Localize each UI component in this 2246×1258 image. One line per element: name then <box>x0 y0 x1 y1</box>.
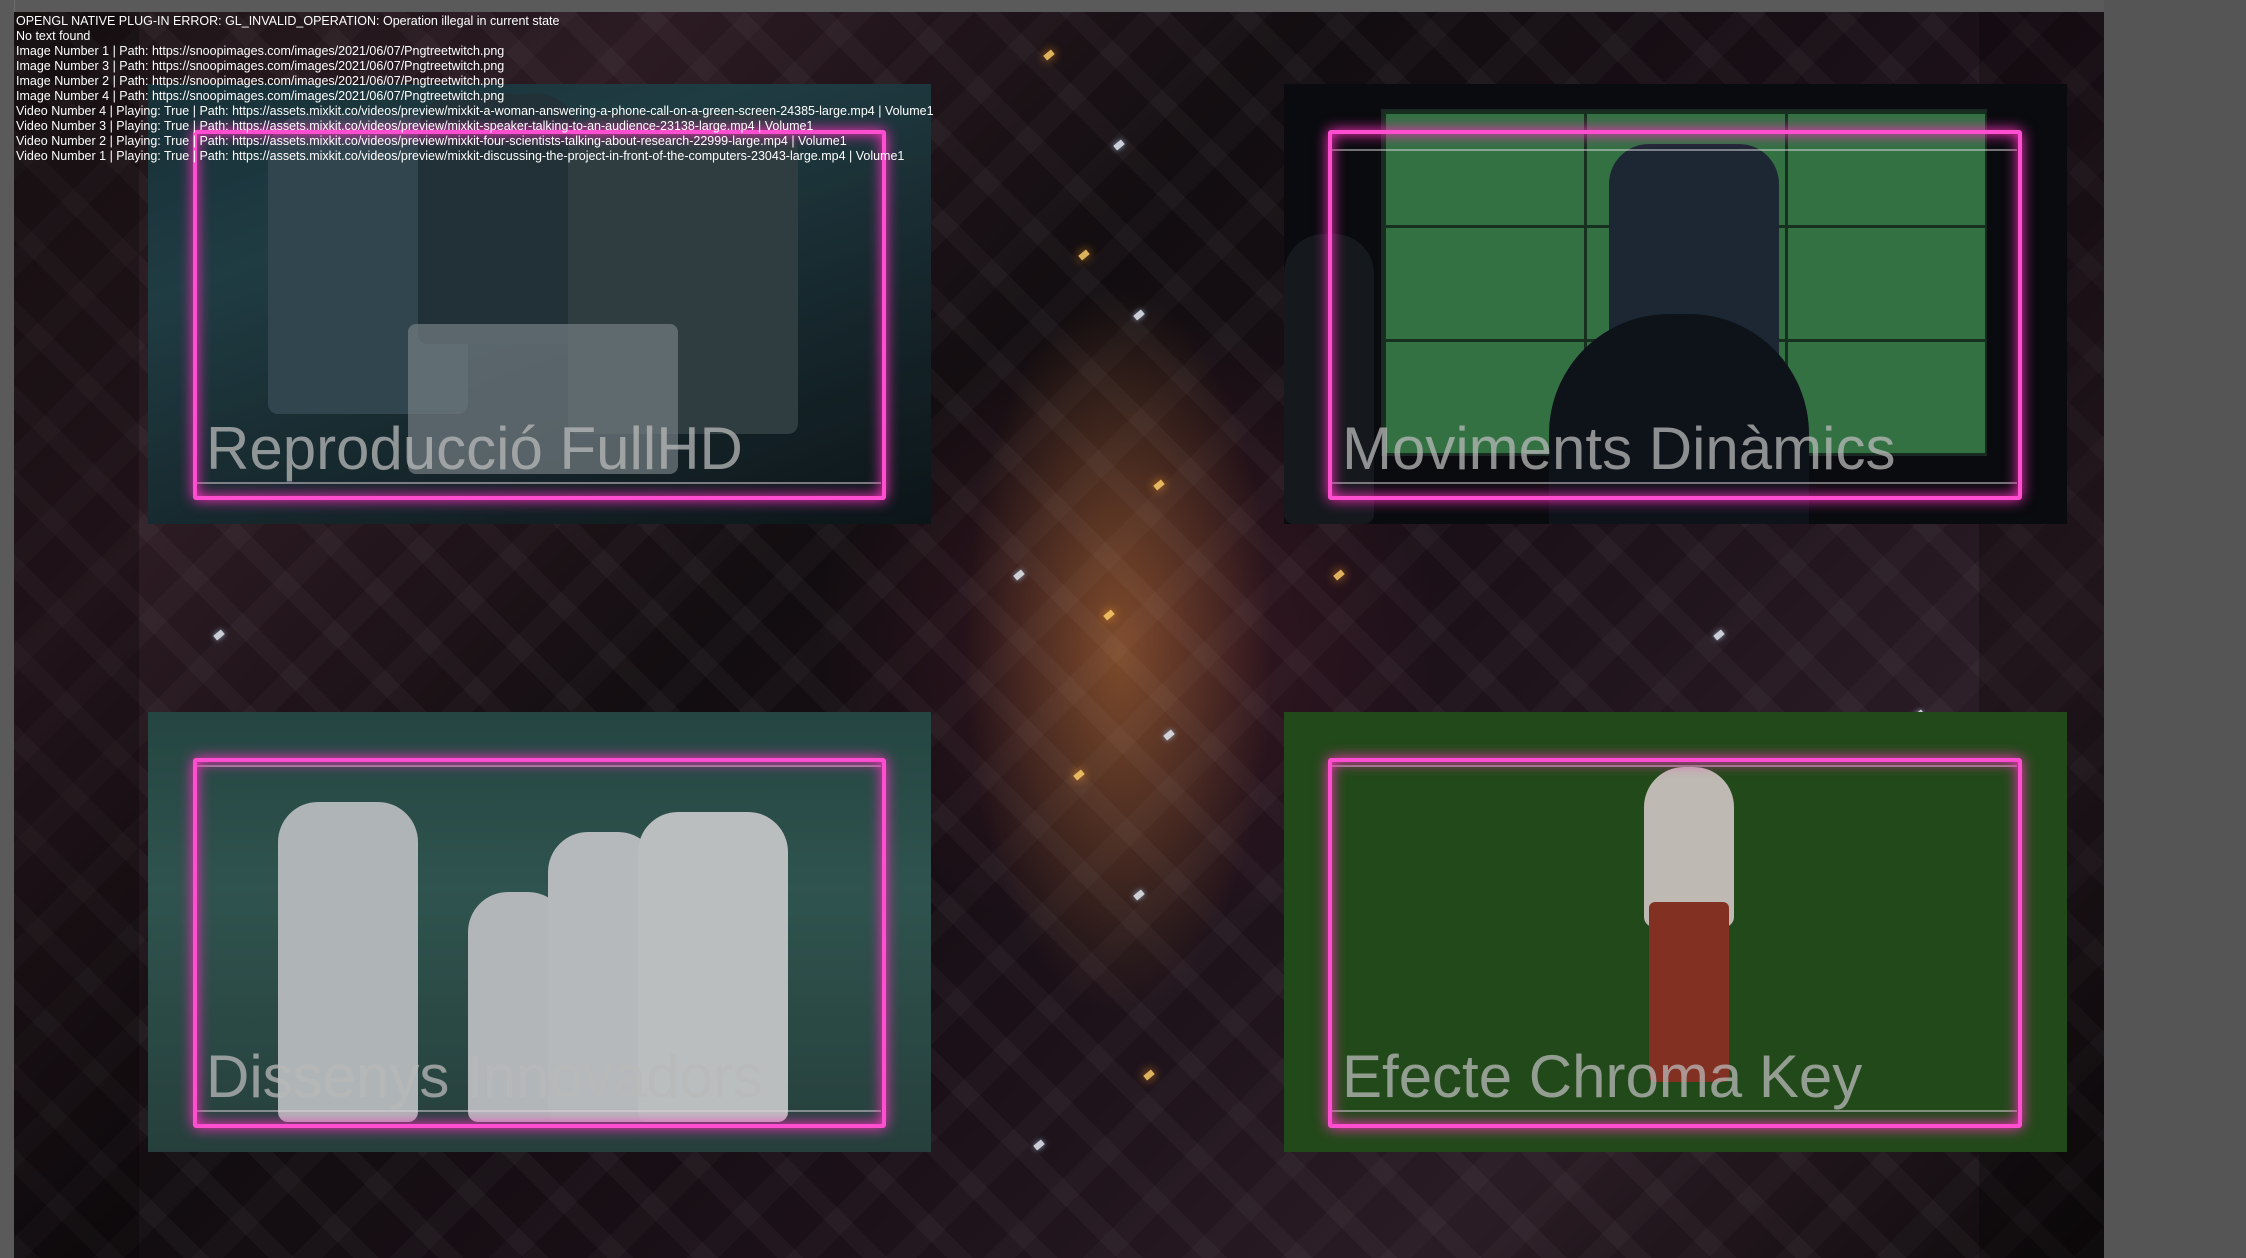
log-line: Video Number 4 | Playing: True | Path: h… <box>16 104 934 118</box>
background-spark <box>1013 569 1025 581</box>
debug-log: OPENGL NATIVE PLUG-IN ERROR: GL_INVALID_… <box>16 14 934 164</box>
video-panel-bottom-right[interactable]: Efecte Chroma Key <box>1284 712 2067 1152</box>
log-line: OPENGL NATIVE PLUG-IN ERROR: GL_INVALID_… <box>16 14 560 28</box>
background-spark <box>1333 569 1345 581</box>
background-spark <box>213 629 225 641</box>
background-spark <box>1713 629 1725 641</box>
background-spark <box>1078 249 1090 261</box>
log-line: Video Number 1 | Playing: True | Path: h… <box>16 149 905 163</box>
log-line: Image Number 1 | Path: https://snoopimag… <box>16 44 505 58</box>
background-spark <box>1113 139 1125 151</box>
background-spark <box>1163 729 1175 741</box>
background-spark <box>1133 309 1145 321</box>
panel-caption: Moviments Dinàmics <box>1342 415 1896 482</box>
log-line: Video Number 3 | Playing: True | Path: h… <box>16 119 814 133</box>
panel-caption: Reproducció FullHD <box>206 415 743 482</box>
panel-caption: Efecte Chroma Key <box>1342 1043 1863 1110</box>
window-right-border <box>2104 0 2246 1258</box>
background-spark <box>1153 479 1165 491</box>
log-line: Image Number 4 | Path: https://snoopimag… <box>16 89 505 103</box>
background-spark <box>1133 889 1145 901</box>
log-line: Video Number 2 | Playing: True | Path: h… <box>16 134 847 148</box>
window-left-border <box>0 0 15 1258</box>
log-line: Image Number 3 | Path: https://snoopimag… <box>16 59 505 73</box>
log-line: Image Number 2 | Path: https://snoopimag… <box>16 74 505 88</box>
background-spark <box>1043 49 1055 61</box>
video-panel-top-right[interactable]: Moviments Dinàmics <box>1284 84 2067 524</box>
stage-left-shade <box>14 12 139 1258</box>
panel-caption: Dissenys Innovadors <box>206 1043 763 1110</box>
video-panel-bottom-left[interactable]: Dissenys Innovadors <box>148 712 931 1152</box>
background-spark <box>1103 609 1115 621</box>
background-spark <box>1033 1139 1045 1151</box>
log-line: No text found <box>16 29 91 43</box>
background-spark <box>1073 769 1085 781</box>
background-spark <box>1143 1069 1155 1081</box>
